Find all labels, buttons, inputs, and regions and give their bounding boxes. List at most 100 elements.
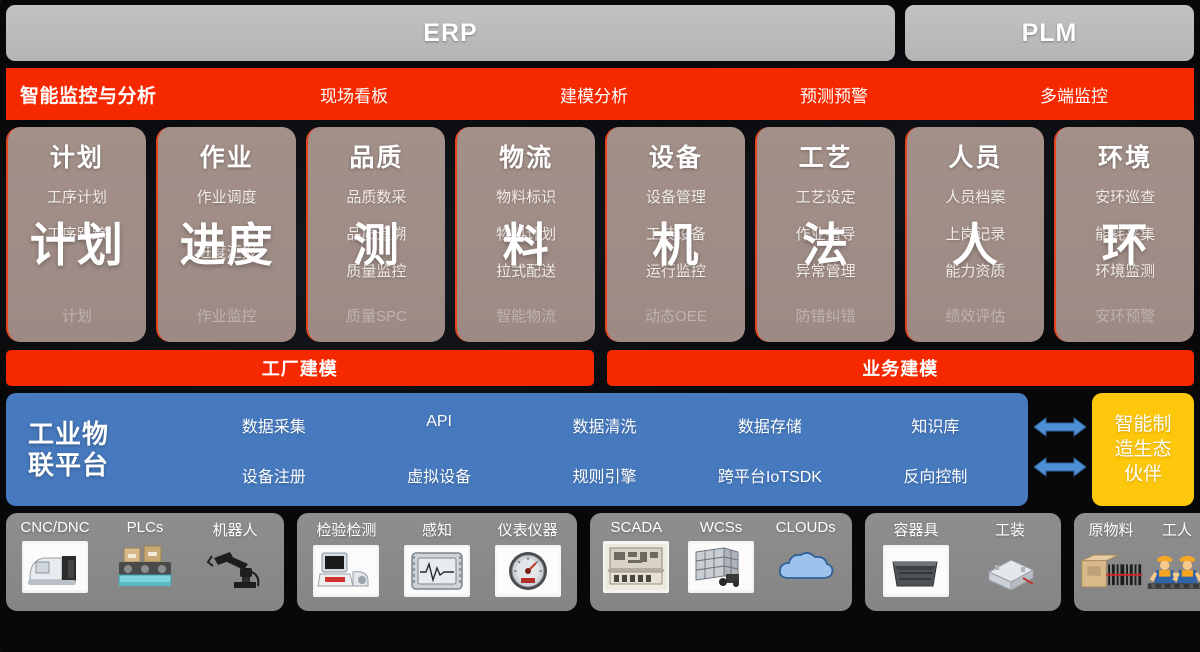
fixture-icon [977,545,1043,597]
monitoring-item-2[interactable]: 预测预警 [714,82,954,107]
device-label: SCADA [610,519,663,536]
card-footer: 智能物流 [496,308,557,325]
domain-card-equipment[interactable]: 设备 设备管理 工装设备 运行监控 机 动态OEE [605,127,745,342]
ecosystem-line1: 智能制 [1114,413,1172,435]
card-line: 安环巡查 [1095,189,1156,206]
device-item-robot[interactable]: 机器人 [190,519,280,597]
domain-card-plan[interactable]: 计划 工序计划 工序跟踪 计划 计划 [6,127,146,342]
card-line: 作业调度 [196,189,257,206]
modeling-row: 工厂建模 业务建模 [6,350,1194,386]
iot-grid-row-2: 设备注册 虚拟设备 规则引擎 跨平台IoTSDK 反向控制 [191,463,1018,487]
iot-cell[interactable]: 跨平台IoTSDK [687,463,852,487]
iot-capability-grid: 数据采集 API 数据清洗 数据存储 知识库 设备注册 虚拟设备 规则引擎 跨平… [191,413,1028,487]
device-item-container[interactable]: 容器具 [869,519,963,597]
iot-grid-row-1: 数据采集 API 数据清洗 数据存储 知识库 [191,413,1018,437]
card-footer: 作业监控 [196,308,257,325]
card-lines: 物料标识 物料计划 拉式配送 [457,186,595,281]
domain-card-logistics[interactable]: 物流 物料标识 物料计划 拉式配送 料 智能物流 [455,127,595,342]
device-item-instrument[interactable]: 仪表仪器 [482,519,573,597]
iot-cell[interactable]: 反向控制 [853,463,1018,487]
double-arrow-icon [1033,416,1087,443]
card-line: 上岗记录 [945,226,1006,243]
domain-cards-row: 计划 工序计划 工序跟踪 计划 计划 作业 作业调度 进度汇报 进度 作业监控 … [6,127,1194,342]
card-title: 工艺 [798,144,853,172]
iot-cell[interactable]: 规则引擎 [522,463,687,487]
card-line: 设备管理 [645,189,706,206]
device-item-fixture[interactable]: 工装 [963,519,1057,597]
device-label: 感知 [422,522,453,539]
ecosystem-line3: 伙伴 [1123,464,1162,486]
iot-cell[interactable]: 虚拟设备 [356,463,521,487]
crate-icon [883,545,949,597]
monitoring-item-0[interactable]: 现场看板 [234,82,474,107]
domain-card-quality[interactable]: 品质 品质数采 品质追溯 质量监控 测 质量SPC [305,127,446,342]
domain-card-environment[interactable]: 环境 安环巡查 能耗采集 环境监测 环 安环预警 [1054,127,1194,342]
iot-cell[interactable]: 设备注册 [191,463,356,487]
monitoring-bar: 智能监控与分析 现场看板 建模分析 预测预警 多端监控 [6,68,1194,120]
system-box-plm[interactable]: PLM [905,5,1194,61]
double-arrow-icon [1033,456,1087,483]
device-group-inspection: 检验检测 感知 仪表仪器 [297,513,577,611]
iot-cell[interactable]: 数据采集 [191,413,356,437]
device-label: 工人 [1161,522,1192,539]
worker-icon [1144,545,1200,597]
device-label: 容器具 [893,522,939,539]
card-line: 能力资质 [945,263,1006,280]
card-line: 运行监控 [645,263,706,280]
ecosystem-line2: 造生态 [1114,438,1172,460]
card-line: 环境监测 [1095,263,1156,280]
card-line: 拉式配送 [496,263,557,280]
device-item-cnc[interactable]: CNC/DNC [10,519,100,593]
iot-cell[interactable]: 数据清洗 [522,413,687,437]
card-footer: 质量SPC [345,308,407,325]
system-label-erp: ERP [423,18,478,47]
device-item-cloud[interactable]: CLOUDs [763,519,848,593]
card-lines: 工艺设定 作业指导 异常管理 [757,186,895,281]
device-label: CLOUDs [775,519,836,536]
iot-cell[interactable]: 知识库 [853,413,1018,437]
card-line: 工序计划 [46,189,107,206]
card-lines: 作业调度 进度汇报 [158,186,296,262]
ecosystem-partner-box[interactable]: 智能制 造生态 伙伴 [1092,393,1194,506]
device-label: 原物料 [1088,522,1134,539]
card-footer: 动态OEE [645,308,707,325]
card-line: 物料计划 [496,226,557,243]
card-title: 环境 [1098,144,1153,172]
device-item-inspection[interactable]: 检验检测 [301,519,392,597]
card-lines: 人员档案 上岗记录 能力资质 [907,186,1045,281]
card-title: 物流 [499,144,554,172]
monitoring-item-3[interactable]: 多端监控 [954,82,1194,107]
device-label: PLCs [126,519,164,536]
device-item-sensing[interactable]: 感知 [392,519,483,597]
device-group-automation: CNC/DNC PLCs 机器人 [6,513,284,611]
device-item-wcs[interactable]: WCSs [679,519,764,593]
card-lines: 设备管理 工装设备 运行监控 [607,186,745,281]
domain-card-operation[interactable]: 作业 作业调度 进度汇报 进度 作业监控 [155,127,296,342]
device-item-scada[interactable]: SCADA [594,519,679,593]
card-lines: 安环巡查 能耗采集 环境监测 [1056,186,1194,281]
iot-platform-panel: 工业物 联平台 数据采集 API 数据清洗 数据存储 知识库 设备注册 虚拟设备… [6,393,1028,506]
inspection-station-icon [313,545,380,597]
device-item-raw-material[interactable]: 原物料 [1078,519,1144,597]
iot-label-line2: 联平台 [28,449,110,480]
domain-card-process[interactable]: 工艺 工艺设定 作业指导 异常管理 法 防错纠错 [754,127,895,342]
card-line: 品质数采 [346,189,407,206]
modeling-bar-business[interactable]: 业务建模 [606,350,1194,386]
device-label: 仪表仪器 [497,522,558,539]
card-line: 作业指导 [795,226,856,243]
modeling-bar-factory[interactable]: 工厂建模 [6,350,594,386]
device-group-containers: 容器具 工装 [865,513,1061,611]
device-label: 检验检测 [316,522,377,539]
card-line: 品质追溯 [346,226,407,243]
iot-cell[interactable]: API [356,413,521,437]
card-line: 质量监控 [346,263,407,280]
monitoring-title: 智能监控与分析 [20,85,157,107]
device-item-plc[interactable]: PLCs [100,519,190,593]
monitoring-item-1[interactable]: 建模分析 [474,82,714,107]
card-footer: 计划 [61,308,92,325]
system-box-erp[interactable]: ERP [6,5,895,61]
card-line: 能耗采集 [1095,226,1156,243]
device-item-worker[interactable]: 工人 [1144,519,1200,597]
iot-cell[interactable]: 数据存储 [687,413,852,437]
domain-card-personnel[interactable]: 人员 人员档案 上岗记录 能力资质 人 绩效评估 [904,127,1045,342]
